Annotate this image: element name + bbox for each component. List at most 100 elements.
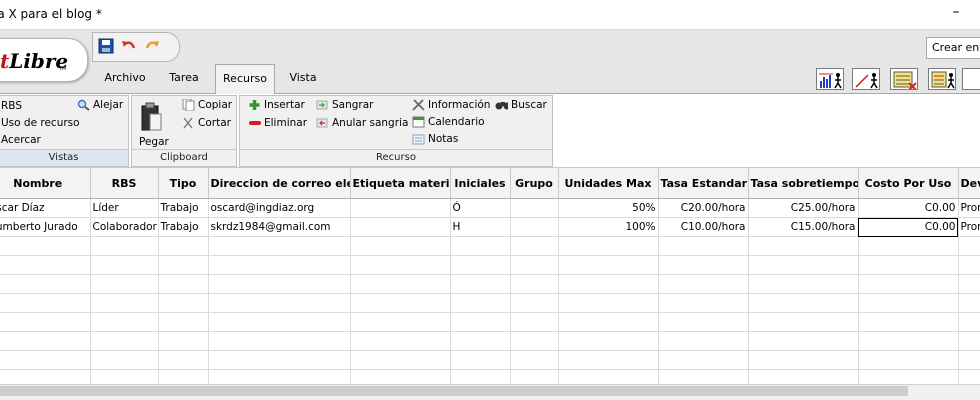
table-cell[interactable] bbox=[510, 293, 559, 313]
table-cell[interactable] bbox=[208, 350, 351, 370]
table-cell[interactable] bbox=[748, 255, 859, 275]
table-cell[interactable] bbox=[858, 369, 959, 384]
table-cell[interactable]: Humberto Jurado bbox=[0, 217, 91, 237]
table-cell[interactable] bbox=[558, 293, 659, 313]
table-cell[interactable] bbox=[510, 236, 559, 256]
column-header[interactable]: Dev bbox=[958, 168, 980, 199]
table-cell[interactable]: Prorra bbox=[958, 217, 980, 237]
table-cell[interactable] bbox=[558, 312, 659, 332]
table-cell[interactable] bbox=[208, 236, 351, 256]
table-row[interactable] bbox=[0, 236, 980, 256]
table-cell[interactable] bbox=[208, 312, 351, 332]
table-cell[interactable] bbox=[658, 369, 749, 384]
table-cell[interactable] bbox=[158, 255, 209, 275]
table-cell[interactable] bbox=[858, 255, 959, 275]
table-cell[interactable] bbox=[558, 331, 659, 351]
table-cell[interactable] bbox=[0, 369, 91, 384]
table-cell[interactable] bbox=[158, 293, 209, 313]
table-cell[interactable] bbox=[0, 274, 91, 294]
table-cell[interactable]: C25.00/hora bbox=[748, 198, 859, 218]
table-cell[interactable]: 50% bbox=[558, 198, 659, 218]
table-row[interactable] bbox=[0, 255, 980, 275]
table-cell[interactable]: oscard@ingdiaz.org bbox=[208, 198, 351, 218]
table-cell[interactable] bbox=[748, 312, 859, 332]
column-header[interactable]: Unidades Max bbox=[558, 168, 659, 199]
table-cell[interactable] bbox=[658, 293, 749, 313]
table-cell[interactable] bbox=[450, 350, 511, 370]
tab-vista[interactable]: Vista bbox=[277, 64, 329, 94]
zoom-out-button[interactable]: Alejar bbox=[77, 99, 123, 111]
new-entry-input[interactable]: Crear entra bbox=[926, 37, 980, 59]
table-cell[interactable] bbox=[510, 369, 559, 384]
table-cell[interactable] bbox=[658, 255, 749, 275]
table-cell[interactable] bbox=[158, 312, 209, 332]
resource-info-button[interactable]: Información bbox=[412, 99, 490, 111]
table-cell[interactable] bbox=[958, 331, 980, 351]
table-cell[interactable] bbox=[90, 255, 159, 275]
undo-icon[interactable] bbox=[121, 38, 137, 54]
table-cell[interactable]: Ó bbox=[450, 198, 511, 218]
table-cell[interactable]: Colaborador bbox=[90, 217, 159, 237]
table-cell[interactable] bbox=[450, 369, 511, 384]
table-cell[interactable] bbox=[510, 312, 559, 332]
table-cell[interactable] bbox=[0, 236, 91, 256]
table-cell[interactable] bbox=[510, 217, 559, 237]
table-cell[interactable]: Trabajo bbox=[158, 217, 209, 237]
table-cell[interactable] bbox=[350, 255, 451, 275]
table-cell[interactable] bbox=[350, 236, 451, 256]
table-cell[interactable] bbox=[208, 274, 351, 294]
search-button[interactable]: Buscar bbox=[495, 99, 547, 111]
table-cell[interactable] bbox=[350, 217, 451, 237]
table-cell[interactable] bbox=[158, 350, 209, 370]
notes-button[interactable]: Notas bbox=[412, 133, 458, 145]
table-cell[interactable] bbox=[858, 350, 959, 370]
table-cell[interactable] bbox=[958, 350, 980, 370]
table-cell[interactable] bbox=[748, 369, 859, 384]
table-cell[interactable] bbox=[350, 350, 451, 370]
table-row[interactable] bbox=[0, 331, 980, 351]
table-row[interactable] bbox=[0, 293, 980, 313]
table-cell[interactable] bbox=[158, 236, 209, 256]
table-cell[interactable] bbox=[0, 255, 91, 275]
tab-archivo[interactable]: Archivo bbox=[96, 64, 154, 94]
table-row[interactable] bbox=[0, 369, 980, 384]
column-header[interactable]: Tasa Estandar bbox=[658, 168, 749, 199]
table-row[interactable] bbox=[0, 274, 980, 294]
table-cell[interactable] bbox=[90, 369, 159, 384]
table-cell[interactable] bbox=[958, 369, 980, 384]
indent-button[interactable]: Sangrar bbox=[316, 99, 374, 111]
table-cell[interactable] bbox=[450, 255, 511, 275]
table-cell[interactable] bbox=[858, 236, 959, 256]
copy-button[interactable]: Copiar bbox=[182, 99, 232, 111]
table-cell[interactable] bbox=[350, 274, 451, 294]
table-cell[interactable]: H bbox=[450, 217, 511, 237]
table-cell[interactable] bbox=[0, 350, 91, 370]
column-header[interactable]: Direccion de correo elec... bbox=[208, 168, 351, 199]
resource-report-icon[interactable] bbox=[890, 68, 918, 90]
table-cell[interactable] bbox=[558, 369, 659, 384]
minimize-button[interactable]: – bbox=[944, 2, 968, 24]
table-cell[interactable] bbox=[0, 331, 91, 351]
table-cell[interactable] bbox=[350, 312, 451, 332]
table-cell[interactable] bbox=[748, 293, 859, 313]
table-cell[interactable] bbox=[558, 350, 659, 370]
table-cell[interactable] bbox=[350, 293, 451, 313]
toolbar-extra-button[interactable] bbox=[962, 68, 980, 90]
table-cell[interactable] bbox=[90, 350, 159, 370]
table-row[interactable]: Óscar DíazLíderTrabajooscard@ingdiaz.org… bbox=[0, 198, 980, 218]
table-cell[interactable]: C15.00/hora bbox=[748, 217, 859, 237]
table-cell[interactable]: C0.00 bbox=[858, 217, 959, 237]
column-header[interactable]: Grupo bbox=[510, 168, 559, 199]
table-cell[interactable] bbox=[208, 255, 351, 275]
tab-tarea[interactable]: Tarea bbox=[156, 64, 212, 94]
table-cell[interactable] bbox=[958, 293, 980, 313]
table-cell[interactable] bbox=[658, 274, 749, 294]
column-header[interactable]: Tipo bbox=[158, 168, 209, 199]
column-header[interactable]: Costo Por Uso bbox=[858, 168, 959, 199]
table-cell[interactable] bbox=[350, 331, 451, 351]
table-cell[interactable]: Óscar Díaz bbox=[0, 198, 91, 218]
resource-histogram-icon[interactable] bbox=[816, 68, 844, 90]
column-header[interactable]: Iniciales bbox=[450, 168, 511, 199]
table-cell[interactable] bbox=[510, 198, 559, 218]
table-cell[interactable] bbox=[90, 331, 159, 351]
